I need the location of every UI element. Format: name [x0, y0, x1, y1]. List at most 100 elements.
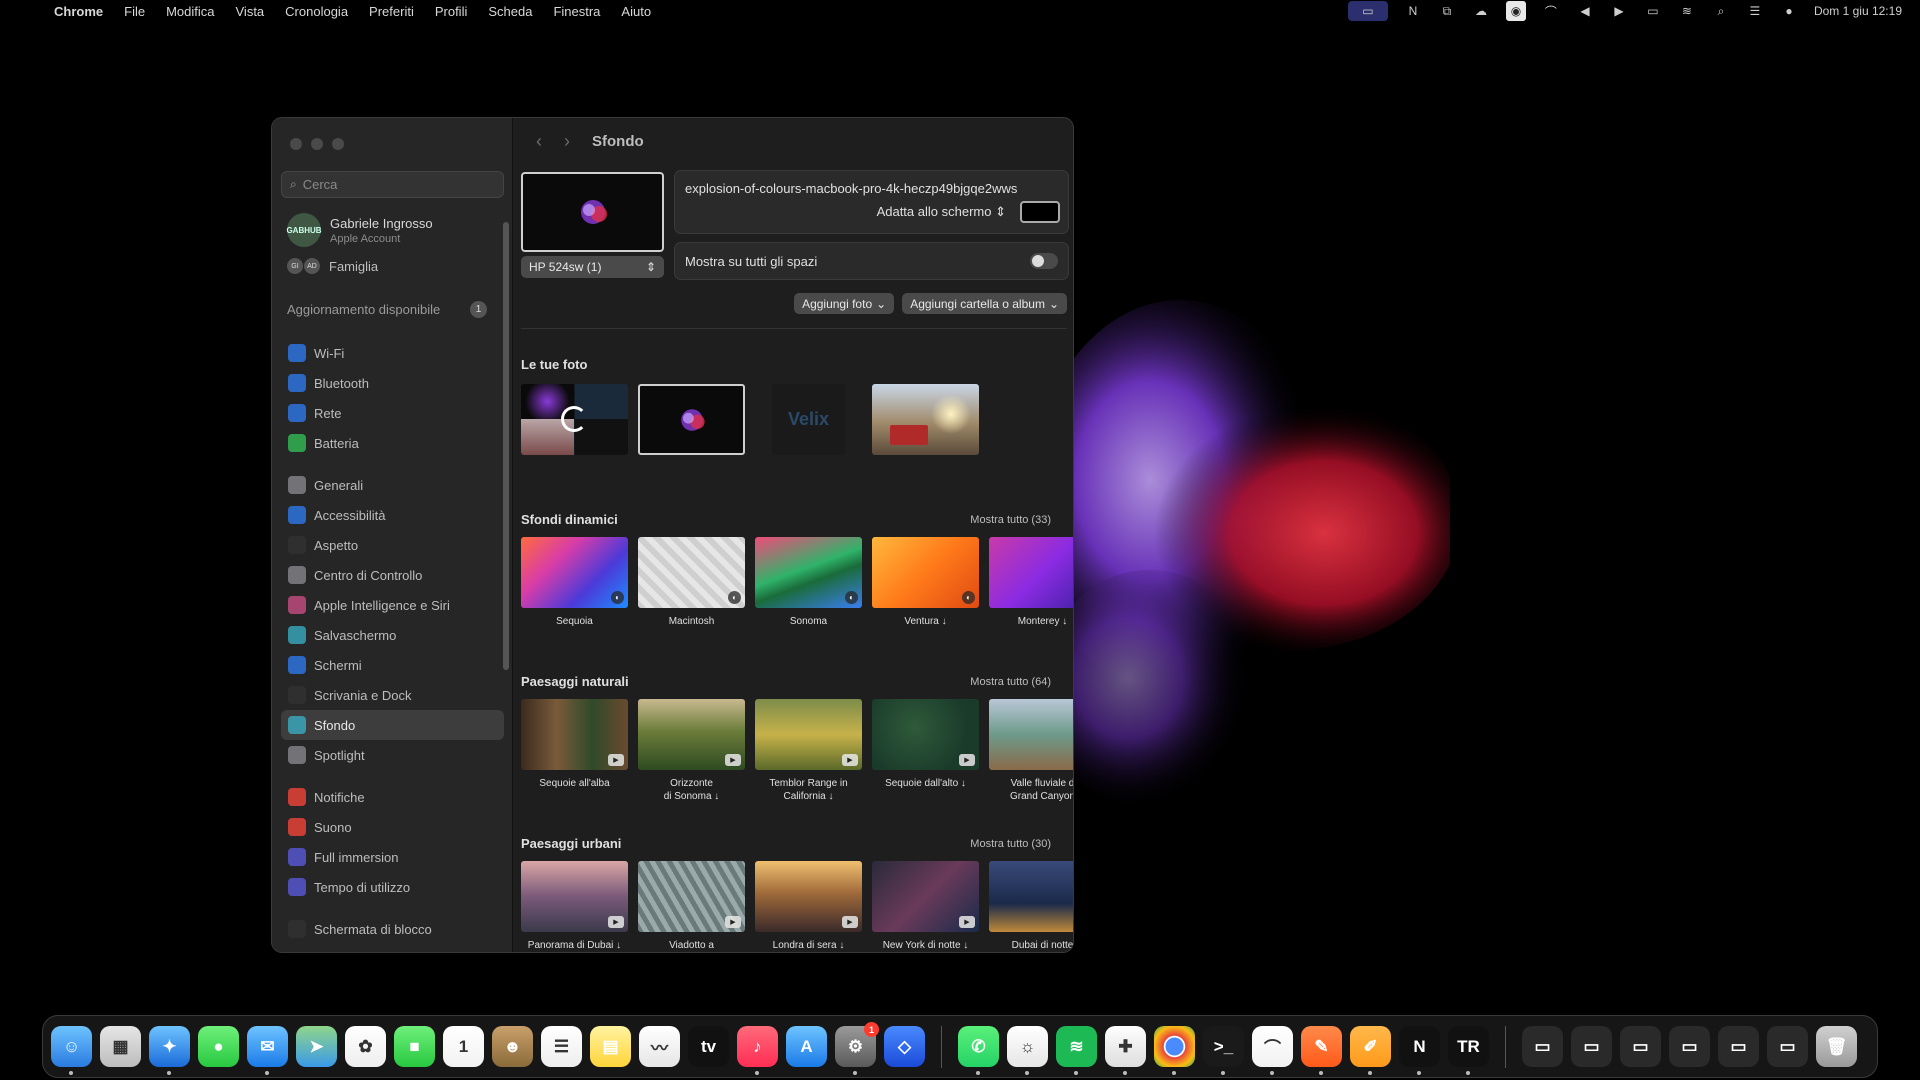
- family-row[interactable]: GI AD Famiglia: [287, 258, 378, 274]
- wallpaper-tile[interactable]: ◐ Sequoia: [521, 537, 628, 628]
- sidebar-item-accessibilità[interactable]: Accessibilità: [281, 500, 504, 530]
- dock-apple-tv-icon[interactable]: tv: [688, 1026, 729, 1067]
- dock-app-pencil-icon[interactable]: ✎: [1301, 1026, 1342, 1075]
- dock-whatsapp-icon[interactable]: ✆: [958, 1026, 999, 1075]
- dock-minimized-window-2-icon[interactable]: ▭: [1571, 1026, 1612, 1067]
- show-on-all-spaces-toggle[interactable]: [1030, 253, 1058, 269]
- wallpaper-tile[interactable]: ◐ Ventura ↓: [872, 537, 979, 628]
- notion-n-icon[interactable]: N: [1404, 4, 1422, 18]
- photo-tile-shuffle[interactable]: [521, 384, 628, 455]
- sidebar-item-centro-di-controllo[interactable]: Centro di Controllo: [281, 560, 504, 590]
- profile-app-icon[interactable]: ◉: [1505, 1, 1526, 21]
- wallpaper-tile[interactable]: ▶ Viadotto a Los Angeles ↓: [638, 861, 745, 952]
- sidebar-item-scrivania-e-dock[interactable]: Scrivania e Dock: [281, 680, 504, 710]
- dock-mail-icon[interactable]: ✉: [247, 1026, 288, 1075]
- dock-freeform-icon[interactable]: 〰: [639, 1026, 680, 1067]
- sidebar-item-full-immersion[interactable]: Full immersion: [281, 842, 504, 872]
- search-input[interactable]: ⌕ Cerca: [281, 171, 504, 198]
- menu-aiuto[interactable]: Aiuto: [621, 4, 651, 19]
- dock-arc-icon[interactable]: ⌒: [1252, 1026, 1293, 1075]
- back-arrow-icon[interactable]: ‹: [536, 131, 542, 152]
- wallpaper-tile[interactable]: ▶ New York di notte ↓: [872, 861, 979, 952]
- photo-tile-logo[interactable]: Velix: [755, 384, 862, 455]
- sidebar-item-tempo-di-utilizzo[interactable]: Tempo di utilizzo: [281, 872, 504, 902]
- wallpaper-tile[interactable]: ▶ Sequoie all'alba: [521, 699, 628, 803]
- wallpaper-tile[interactable]: ▶ Sequoie dall'alto ↓: [872, 699, 979, 803]
- sidebar-item-rete[interactable]: Rete: [281, 398, 504, 428]
- dock-launchpad-icon[interactable]: ▦: [100, 1026, 141, 1067]
- wallpaper-tile[interactable]: ◐ Macintosh: [638, 537, 745, 628]
- dock-safari-icon[interactable]: ✦: [149, 1026, 190, 1075]
- dock-notes-icon[interactable]: ▤: [590, 1026, 631, 1067]
- dock-spotify-icon[interactable]: ≋: [1056, 1026, 1097, 1075]
- wallpaper-tile[interactable]: ▶ Orizzonte di Sonoma ↓: [638, 699, 745, 803]
- show-all-link[interactable]: Mostra tutto (33): [970, 514, 1051, 526]
- dock-contacts-icon[interactable]: ☻: [492, 1026, 533, 1067]
- sidebar-item-spotlight[interactable]: Spotlight: [281, 740, 504, 770]
- zoom-button[interactable]: [332, 138, 344, 150]
- minimize-button[interactable]: [311, 138, 323, 150]
- dock-app-tr-icon[interactable]: TR: [1448, 1026, 1489, 1075]
- menu-clock[interactable]: Dom 1 giu 12:19: [1814, 4, 1902, 18]
- sidebar-item-aspetto[interactable]: Aspetto: [281, 530, 504, 560]
- menu-modifica[interactable]: Modifica: [166, 4, 214, 19]
- menu-profili[interactable]: Profili: [435, 4, 468, 19]
- show-all-link[interactable]: Mostra tutto (64): [970, 676, 1051, 688]
- dock-system-settings-icon[interactable]: ⚙ 1: [835, 1022, 879, 1075]
- sidebar-item-schermata-di-blocco[interactable]: Schermata di blocco: [281, 914, 504, 944]
- apple-account-row[interactable]: GABHUB Gabriele Ingrosso Apple Account: [286, 213, 433, 247]
- dock-minimized-window-4-icon[interactable]: ▭: [1669, 1026, 1710, 1067]
- search-icon[interactable]: ⌕: [1712, 4, 1730, 18]
- menu-cronologia[interactable]: Cronologia: [285, 4, 348, 19]
- dock-facetime-icon[interactable]: ■: [394, 1026, 435, 1067]
- cloud-sync-icon[interactable]: ☁: [1472, 4, 1490, 18]
- megaphone-icon[interactable]: ◀: [1576, 4, 1594, 18]
- wallpaper-tile[interactable]: ▶ Valle fluviale d Grand Canyon: [989, 699, 1073, 803]
- dock-screen-sharing-icon[interactable]: ◇: [884, 1026, 925, 1067]
- dock-music-icon[interactable]: ♪: [737, 1026, 778, 1075]
- sidebar-item-notifiche[interactable]: Notifiche: [281, 782, 504, 812]
- show-all-link[interactable]: Mostra tutto (30): [970, 838, 1051, 850]
- wallpaper-tile[interactable]: ◐ Monterey ↓: [989, 537, 1073, 628]
- play-circle-icon[interactable]: ▶: [1610, 4, 1628, 18]
- display-selector[interactable]: HP 524sw (1) ⇕: [521, 256, 664, 278]
- sidebar-scrollbar[interactable]: [503, 222, 509, 670]
- dock-finder-icon[interactable]: ☺: [51, 1026, 92, 1075]
- sidebar-item-apple-intelligence-e-siri[interactable]: Apple Intelligence e Siri: [281, 590, 504, 620]
- dock-app-tool-icon[interactable]: ✚: [1105, 1026, 1146, 1075]
- sidebar-item-suono[interactable]: Suono: [281, 812, 504, 842]
- dock-reminders-icon[interactable]: ☰: [541, 1026, 582, 1067]
- forward-arrow-icon[interactable]: ›: [564, 131, 570, 152]
- photo-tile-truck[interactable]: [872, 384, 979, 455]
- dock-minimized-window-6-icon[interactable]: ▭: [1767, 1026, 1808, 1067]
- menu-finestra[interactable]: Finestra: [553, 4, 600, 19]
- screen-mirror-icon[interactable]: ▭: [1347, 1, 1388, 21]
- dock-maps-icon[interactable]: ➤: [296, 1026, 337, 1067]
- wallpaper-tile[interactable]: ▶ Londra di sera ↓: [755, 861, 862, 952]
- add-photo-button[interactable]: Aggiungi foto ⌄: [794, 293, 895, 314]
- sidebar-item-bluetooth[interactable]: Bluetooth: [281, 368, 504, 398]
- window-manager-icon[interactable]: ⧉: [1438, 4, 1456, 18]
- dock-app-lightbulb-icon[interactable]: ☼: [1007, 1026, 1048, 1075]
- dock-minimized-window-5-icon[interactable]: ▭: [1718, 1026, 1759, 1067]
- sidebar-item-wi-fi[interactable]: Wi-Fi: [281, 338, 504, 368]
- menu-app-chrome[interactable]: Chrome: [54, 4, 103, 19]
- menu-scheda[interactable]: Scheda: [488, 4, 532, 19]
- control-center-icon[interactable]: ☰: [1746, 4, 1764, 18]
- photo-tile-explosion[interactable]: [638, 384, 745, 455]
- dock-calendar-icon[interactable]: 1: [443, 1026, 484, 1067]
- dock-pages-icon[interactable]: ✐: [1350, 1026, 1391, 1075]
- dock-notion-n-icon[interactable]: N: [1399, 1026, 1440, 1075]
- sidebar-item-schermi[interactable]: Schermi: [281, 650, 504, 680]
- add-folder-button[interactable]: Aggiungi cartella o album ⌄: [902, 293, 1067, 314]
- wallpaper-tile[interactable]: ▶ Dubai di notte: [989, 861, 1073, 952]
- update-available-row[interactable]: Aggiornamento disponibile 1: [287, 301, 487, 318]
- fit-mode-selector[interactable]: Adatta allo schermo ⇕: [877, 204, 1006, 220]
- dock-trash-icon[interactable]: 🗑: [1816, 1026, 1857, 1067]
- wallpaper-tile[interactable]: ▶ Panorama di Dubai ↓: [521, 861, 628, 952]
- airplay-icon[interactable]: ⌒: [1542, 4, 1560, 19]
- dock-terminal-icon[interactable]: >_: [1203, 1026, 1244, 1075]
- wifi-icon[interactable]: ≋: [1678, 4, 1696, 18]
- wallpaper-tile[interactable]: ◐ Sonoma: [755, 537, 862, 628]
- sidebar-item-sfondo[interactable]: Sfondo: [281, 710, 504, 740]
